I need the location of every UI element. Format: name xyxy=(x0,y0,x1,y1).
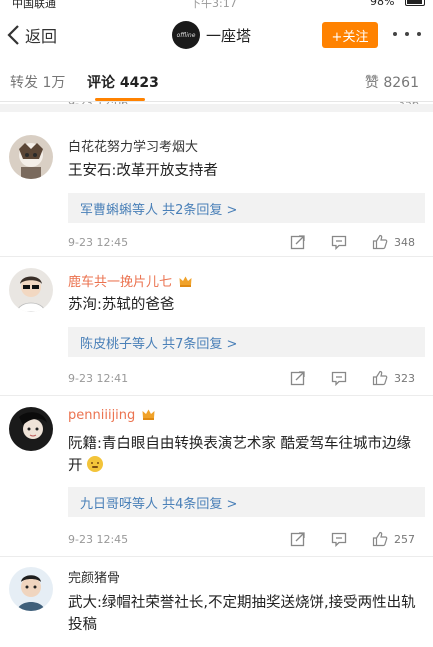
battery-percent: 98% xyxy=(370,0,395,8)
tab-active-indicator xyxy=(95,98,145,101)
comment-item: 完颜猪骨 武大:绿帽社荣誉社长,不定期抽奖送烧饼,接受两性出轨投稿 xyxy=(0,557,433,647)
comment-text: 武大:绿帽社荣誉社长,不定期抽奖送烧饼,接受两性出轨投稿 xyxy=(68,595,416,633)
comment-time: 9-23 12:06 xyxy=(68,102,129,110)
reply-summary[interactable]: 军曹蝌蝌等人 共2条回复 > xyxy=(68,193,425,223)
back-button[interactable]: 返回 xyxy=(6,22,57,48)
like-icon[interactable] xyxy=(372,531,388,547)
comment-icon[interactable] xyxy=(331,370,347,386)
comment-item: 白花花努力学习考烟大 王安石:改革开放支持者 军曹蝌蝌等人 共2条回复 > 9-… xyxy=(0,126,433,256)
comment-author[interactable]: penniiijing xyxy=(68,408,155,423)
back-chevron-icon xyxy=(7,25,19,45)
comment-time: 9-23 12:45 xyxy=(68,533,129,546)
like-icon[interactable] xyxy=(372,234,388,250)
account-name[interactable]: 一座塔 xyxy=(206,25,251,46)
tab-bar: 转发 1万 评论 4423 赞 8261 xyxy=(0,60,433,102)
comment-text-content: 阮籍:青白眼自由转换表演艺术家 酷爱驾车往城市边缘开 xyxy=(68,436,411,474)
back-label: 返回 xyxy=(25,27,58,46)
emoji-icon xyxy=(87,456,104,472)
like-icon[interactable] xyxy=(372,370,388,386)
comment-text: 王安石:改革开放支持者 xyxy=(68,163,218,179)
tab-like[interactable]: 赞 8261 xyxy=(365,72,419,92)
account-header[interactable]: offline 一座塔 xyxy=(172,21,251,49)
share-icon[interactable] xyxy=(290,234,306,250)
comment-icon[interactable] xyxy=(331,531,347,547)
reply-summary[interactable]: 九日哥呀等人 共4条回复 > xyxy=(68,487,425,517)
comment-time: 9-23 12:45 xyxy=(68,236,129,249)
comment-author-name[interactable]: 鹿车共一挽片儿七 xyxy=(68,275,172,290)
tab-repost[interactable]: 转发 1万 xyxy=(10,72,65,92)
avatar[interactable] xyxy=(9,135,53,179)
follow-button[interactable]: +关注 xyxy=(322,22,378,48)
crown-icon xyxy=(179,276,192,287)
reply-summary[interactable]: 陈皮桃子等人 共7条回复 > xyxy=(68,327,425,357)
like-count: 257 xyxy=(394,533,415,546)
share-icon[interactable] xyxy=(290,531,306,547)
comment-author[interactable]: 鹿车共一挽片儿七 xyxy=(68,271,192,290)
comment-item: penniiijing 阮籍:青白眼自由转换表演艺术家 酷爱驾车往城市边缘开 九… xyxy=(0,396,433,556)
comment-text: 阮籍:青白眼自由转换表演艺术家 酷爱驾车往城市边缘开 xyxy=(68,433,423,477)
comment-icon[interactable] xyxy=(331,234,347,250)
avatar[interactable] xyxy=(9,407,53,451)
avatar[interactable] xyxy=(9,268,53,312)
carrier: 中国联通 xyxy=(12,0,56,10)
share-icon[interactable] xyxy=(290,370,306,386)
comment-author[interactable]: 完颜猪骨 xyxy=(68,567,120,586)
comment-item: 鹿车共一挽片儿七 苏洵:苏轼的爸爸 陈皮桃子等人 共7条回复 > 9-23 12… xyxy=(0,257,433,395)
comment-author[interactable]: 白花花努力学习考烟大 xyxy=(68,136,198,155)
comment-time: 9-23 12:41 xyxy=(68,372,129,385)
like-count: 356 xyxy=(398,102,419,110)
status-bar: 中国联通 下午3:17 98% xyxy=(0,0,433,10)
tab-comment[interactable]: 评论 4423 xyxy=(87,72,159,92)
comment-list: 9-23 12:06 356 白花花努力学习考烟大 王安石:改革开放支持者 军曹… xyxy=(0,102,433,647)
status-time: 下午3:17 xyxy=(190,0,237,10)
account-avatar[interactable]: offline xyxy=(172,21,200,49)
top-nav: 返回 offline 一座塔 +关注 xyxy=(0,12,433,58)
comment-author-name[interactable]: penniiijing xyxy=(68,408,135,423)
like-count: 323 xyxy=(394,372,415,385)
crown-icon xyxy=(142,409,155,420)
battery-icon xyxy=(405,0,425,6)
partial-comment: 9-23 12:06 356 xyxy=(0,102,433,112)
comment-text: 苏洵:苏轼的爸爸 xyxy=(68,297,175,313)
more-icon[interactable] xyxy=(393,24,421,44)
avatar[interactable] xyxy=(9,567,53,611)
like-count: 348 xyxy=(394,236,415,249)
